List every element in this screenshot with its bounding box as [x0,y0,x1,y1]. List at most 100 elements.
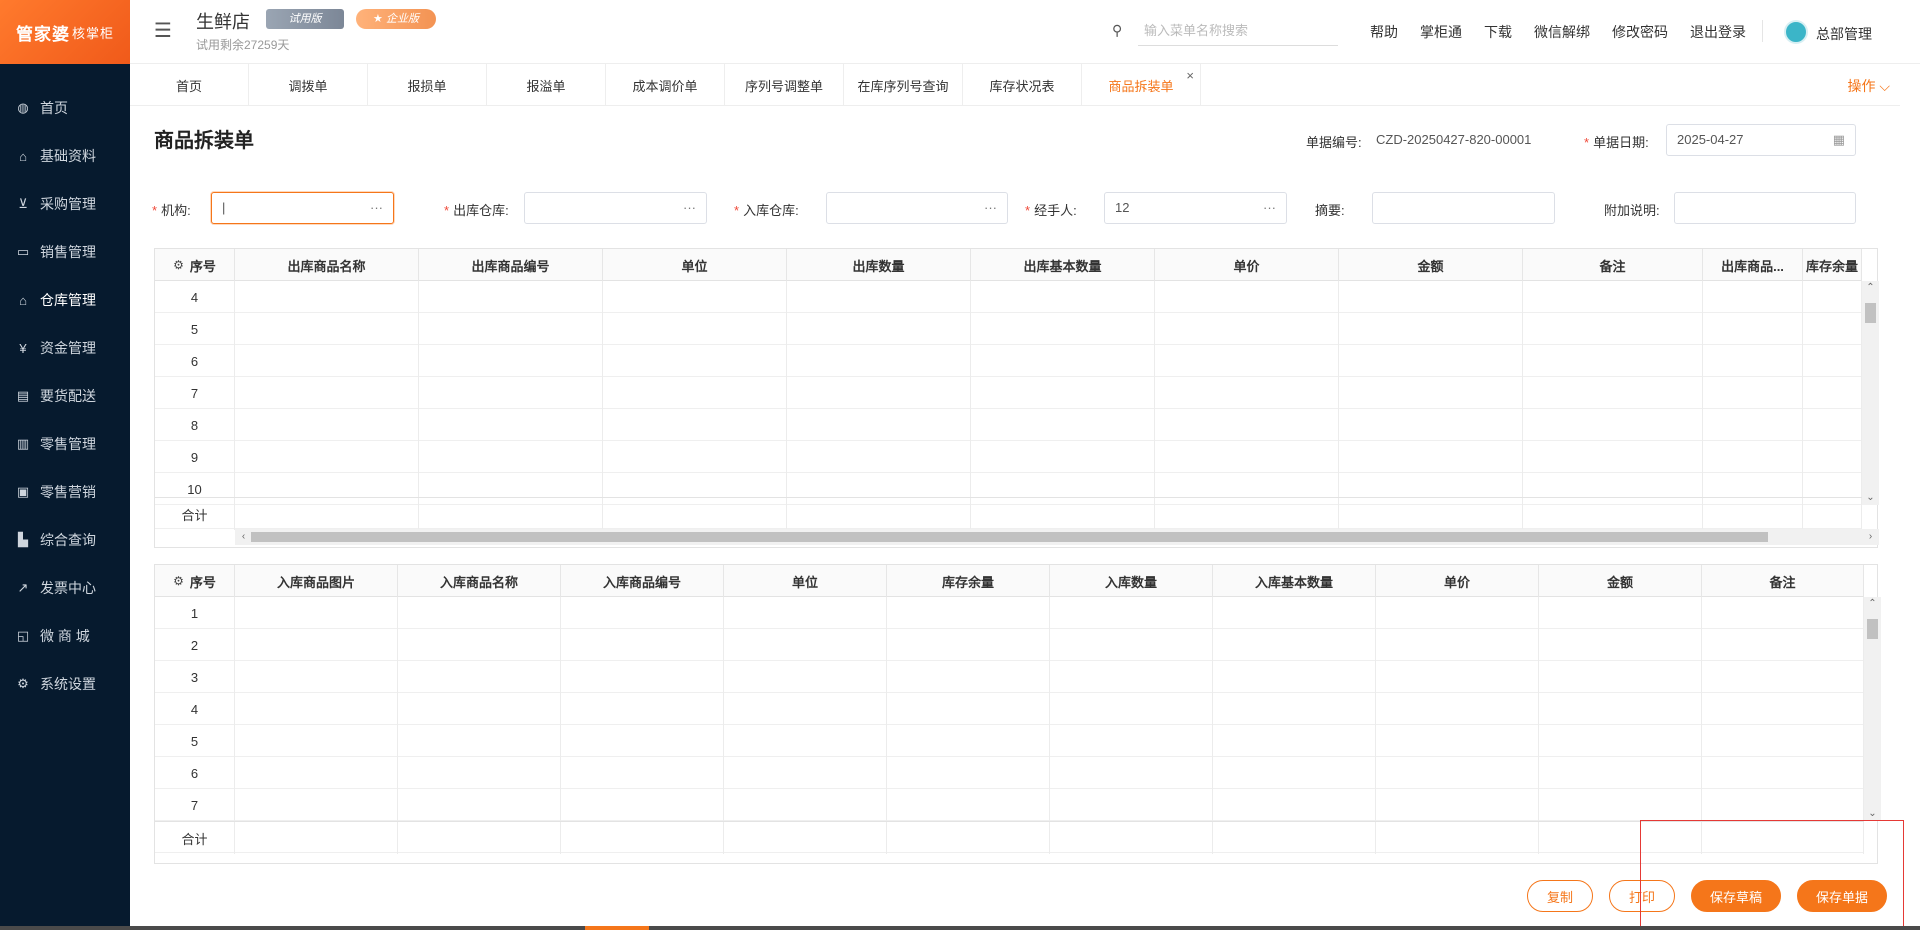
table-cell[interactable] [235,661,398,693]
sidebar-item-4[interactable]: ⌂ 仓库管理 [0,276,130,324]
out-warehouse-input[interactable]: ··· [524,192,707,224]
sidebar-item-6[interactable]: ▤ 要货配送 [0,372,130,420]
table-cell[interactable] [1803,345,1862,377]
table-cell[interactable] [235,281,419,313]
tab-7[interactable]: 库存状况表 [963,64,1082,106]
table-cell[interactable] [1050,725,1213,757]
column-header[interactable]: 出库基本数量 [971,249,1155,281]
table-cell[interactable] [1803,377,1862,409]
top-link-3[interactable]: 微信解绑 [1534,22,1590,42]
table-cell[interactable] [603,345,787,377]
sidebar-item-1[interactable]: ⌂ 基础资料 [0,132,130,180]
table-cell[interactable] [724,725,887,757]
table-cell[interactable] [1339,281,1523,313]
table-cell[interactable] [1155,313,1339,345]
table-cell[interactable] [603,313,787,345]
scrollbar-thumb[interactable] [1867,619,1878,639]
table-cell[interactable] [398,693,561,725]
table-cell[interactable] [603,281,787,313]
table-cell[interactable] [1050,789,1213,821]
table-cell[interactable] [1339,313,1523,345]
menu-toggle-icon[interactable]: ☰ [154,18,172,43]
column-settings-icon[interactable]: ⚙ [173,574,184,588]
in-warehouse-input[interactable]: ··· [826,192,1008,224]
column-header[interactable]: 单位 [724,565,887,597]
table-cell[interactable] [1339,345,1523,377]
table-row[interactable]: 6 [155,345,1862,377]
sidebar-item-5[interactable]: ¥ 资金管理 [0,324,130,372]
top-link-0[interactable]: 帮助 [1370,22,1398,42]
tab-5[interactable]: 序列号调整单 [725,64,844,106]
avatar[interactable] [1784,20,1808,44]
tab-6[interactable]: 在库序列号查询 [844,64,963,106]
table-cell[interactable] [971,377,1155,409]
table-cell[interactable] [787,409,971,441]
table-cell[interactable] [1523,409,1703,441]
table-cell[interactable] [971,441,1155,473]
table-cell[interactable] [419,377,603,409]
table-cell[interactable] [235,629,398,661]
column-header[interactable]: 入库基本数量 [1213,565,1376,597]
table-row[interactable]: 4 [155,693,1864,725]
scroll-up-icon[interactable]: ⌃ [1862,281,1879,295]
table-cell[interactable] [1523,441,1703,473]
close-icon[interactable]: × [1186,68,1194,83]
scrollbar-thumb[interactable] [1865,303,1876,323]
table-cell[interactable] [1376,757,1539,789]
table-cell[interactable] [1050,693,1213,725]
table-cell[interactable] [887,629,1050,661]
tab-0[interactable]: 首页 [130,64,249,106]
scroll-down-icon[interactable]: ⌄ [1862,491,1879,505]
table-cell[interactable] [603,377,787,409]
table-cell[interactable] [1539,661,1702,693]
table-cell[interactable] [1703,345,1803,377]
table-cell[interactable] [1539,725,1702,757]
table-cell[interactable] [724,789,887,821]
table-cell[interactable] [1702,789,1864,821]
table-cell[interactable] [235,441,419,473]
table-cell[interactable] [887,789,1050,821]
table-cell[interactable] [1155,441,1339,473]
table-cell[interactable] [235,789,398,821]
table-cell[interactable] [971,313,1155,345]
table-cell[interactable] [235,345,419,377]
summary-input[interactable] [1372,192,1555,224]
sidebar-item-12[interactable]: ⚙ 系统设置 [0,660,130,708]
table-cell[interactable] [1703,377,1803,409]
top-link-5[interactable]: 退出登录 [1690,22,1746,42]
table-cell[interactable] [1523,281,1703,313]
vertical-scrollbar[interactable]: ⌃ ⌄ [1864,597,1881,821]
table-cell[interactable] [419,281,603,313]
table-cell[interactable] [419,441,603,473]
table-cell[interactable] [1155,281,1339,313]
column-header[interactable]: 库存余量 [1803,249,1862,281]
table-cell[interactable] [1376,661,1539,693]
table-cell[interactable] [1539,789,1702,821]
top-link-1[interactable]: 掌柜通 [1420,22,1462,42]
table-cell[interactable] [235,693,398,725]
table-cell[interactable] [1213,629,1376,661]
note-input[interactable] [1674,192,1856,224]
table-cell[interactable] [724,693,887,725]
column-header[interactable]: 出库数量 [787,249,971,281]
column-header[interactable]: 入库数量 [1050,565,1213,597]
table-row[interactable]: 5 [155,313,1862,345]
table-row[interactable]: 5 [155,725,1864,757]
handler-picker-icon[interactable]: ··· [1263,193,1276,223]
table-cell[interactable] [235,409,419,441]
org-input[interactable]: | ··· [211,192,394,224]
sidebar-item-10[interactable]: ↗ 发票中心 [0,564,130,612]
table-cell[interactable] [561,725,724,757]
table-cell[interactable] [1050,757,1213,789]
tab-1[interactable]: 调拨单 [249,64,368,106]
search-icon[interactable]: ⚲ [1112,22,1122,39]
table-cell[interactable] [419,345,603,377]
table-cell[interactable] [1703,281,1803,313]
table-cell[interactable] [1339,377,1523,409]
table-cell[interactable] [1050,597,1213,629]
table-cell[interactable] [1213,789,1376,821]
table-cell[interactable] [1539,597,1702,629]
sidebar-item-3[interactable]: ▭ 销售管理 [0,228,130,276]
column-header[interactable]: 备注 [1523,249,1703,281]
column-header[interactable]: ⚙ 序号 [155,249,235,281]
